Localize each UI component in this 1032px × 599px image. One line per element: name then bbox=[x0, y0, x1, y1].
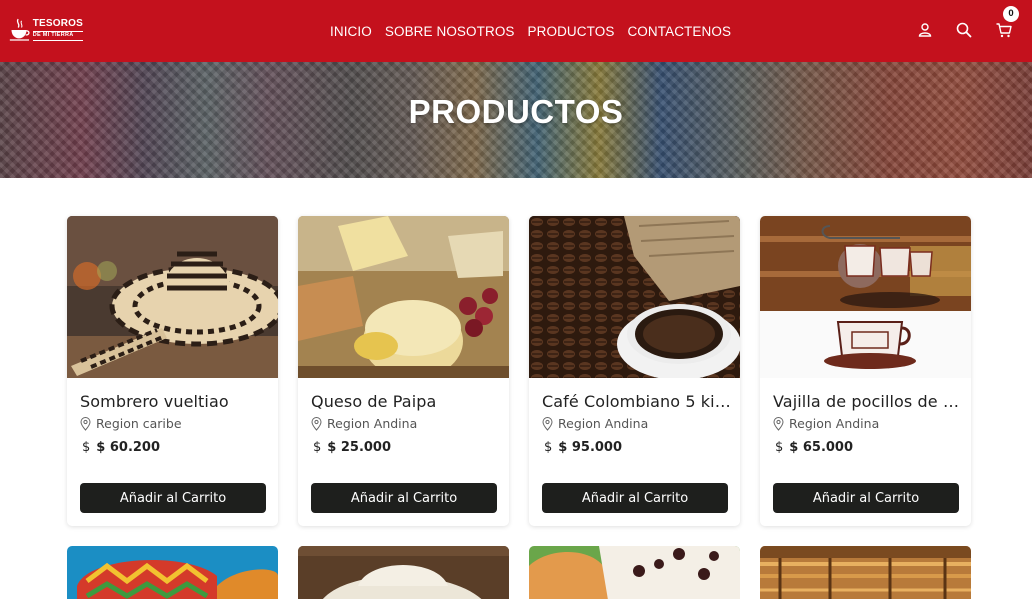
currency-symbol: $ bbox=[544, 440, 553, 455]
brand-logo[interactable]: TESOROS DE MI TIERRA bbox=[9, 11, 83, 49]
product-card: Vajilla de pocillos de R... Region Andin… bbox=[760, 216, 971, 526]
nav-link-sobre-nosotros[interactable]: SOBRE NOSOTROS bbox=[385, 24, 515, 39]
product-region: Region Andina bbox=[773, 416, 879, 431]
add-to-cart-button[interactable]: Añadir al Carrito bbox=[80, 483, 266, 513]
product-image-arepas[interactable] bbox=[529, 546, 740, 599]
product-image-queso[interactable] bbox=[298, 216, 509, 378]
coffee-cup-icon bbox=[9, 18, 30, 41]
hero-banner: PRODUCTOS bbox=[0, 62, 1032, 178]
add-to-cart-button[interactable]: Añadir al Carrito bbox=[542, 483, 728, 513]
product-region-label: Region Andina bbox=[327, 416, 418, 431]
product-region-label: Region Andina bbox=[789, 416, 880, 431]
product-title[interactable]: Sombrero vueltiao bbox=[80, 392, 270, 411]
product-price: $ $ 60.200 bbox=[82, 440, 160, 455]
product-card: Queso de Paipa Region Andina $ $ 25.000 A… bbox=[298, 216, 509, 526]
user-icon[interactable] bbox=[916, 21, 934, 39]
product-region-label: Region Andina bbox=[558, 416, 649, 431]
product-region: Region Andina bbox=[542, 416, 648, 431]
nav-link-inicio[interactable]: INICIO bbox=[330, 24, 372, 39]
main-nav: INICIO SOBRE NOSOTROS PRODUCTOS CONTACTE… bbox=[330, 0, 744, 62]
product-image-mochila[interactable] bbox=[67, 546, 278, 599]
currency-symbol: $ bbox=[82, 440, 91, 455]
product-region: Region caribe bbox=[80, 416, 182, 431]
product-image-sombrero[interactable] bbox=[67, 216, 278, 378]
product-card: Sombrero vueltiao Region caribe $ $ 60.20… bbox=[67, 216, 278, 526]
page: TESOROS DE MI TIERRA INICIO SOBRE NOSOTR… bbox=[0, 0, 1032, 599]
cart-count-badge: 0 bbox=[1003, 6, 1019, 22]
add-to-cart-button[interactable]: Añadir al Carrito bbox=[773, 483, 959, 513]
product-image-kiosco[interactable] bbox=[760, 546, 971, 599]
product-price: $ $ 65.000 bbox=[775, 440, 853, 455]
product-card: Café Colombiano 5 kilos Region Andina $ $… bbox=[529, 216, 740, 526]
currency-symbol: $ bbox=[313, 440, 322, 455]
location-pin-icon bbox=[311, 416, 322, 431]
product-title[interactable]: Vajilla de pocillos de R... bbox=[773, 392, 963, 411]
product-region: Region Andina bbox=[311, 416, 417, 431]
brand-tagline: DE MI TIERRA bbox=[32, 31, 83, 41]
currency-symbol: $ bbox=[775, 440, 784, 455]
product-title[interactable]: Queso de Paipa bbox=[311, 392, 501, 411]
location-pin-icon bbox=[773, 416, 784, 431]
price-value: $ 65.000 bbox=[789, 440, 854, 455]
nav-link-productos[interactable]: PRODUCTOS bbox=[528, 24, 615, 39]
price-value: $ 95.000 bbox=[558, 440, 623, 455]
add-to-cart-button[interactable]: Añadir al Carrito bbox=[311, 483, 497, 513]
location-pin-icon bbox=[542, 416, 553, 431]
product-title[interactable]: Café Colombiano 5 kilos bbox=[542, 392, 732, 411]
nav-link-contactenos[interactable]: CONTACTENOS bbox=[627, 24, 731, 39]
price-value: $ 25.000 bbox=[327, 440, 392, 455]
product-image-cafe[interactable] bbox=[529, 216, 740, 378]
search-icon[interactable] bbox=[955, 21, 973, 39]
product-region-label: Region caribe bbox=[96, 416, 182, 431]
page-title: PRODUCTOS bbox=[408, 93, 624, 130]
brand-name: TESOROS bbox=[32, 18, 83, 30]
location-pin-icon bbox=[80, 416, 91, 431]
price-value: $ 60.200 bbox=[96, 440, 161, 455]
cart-icon[interactable] bbox=[995, 21, 1013, 39]
product-image-sombrero-aguadeno[interactable] bbox=[298, 546, 509, 599]
product-price: $ $ 25.000 bbox=[313, 440, 391, 455]
product-price: $ $ 95.000 bbox=[544, 440, 622, 455]
navbar: TESOROS DE MI TIERRA INICIO SOBRE NOSOTR… bbox=[0, 0, 1032, 62]
product-image-vajilla[interactable] bbox=[760, 216, 971, 378]
